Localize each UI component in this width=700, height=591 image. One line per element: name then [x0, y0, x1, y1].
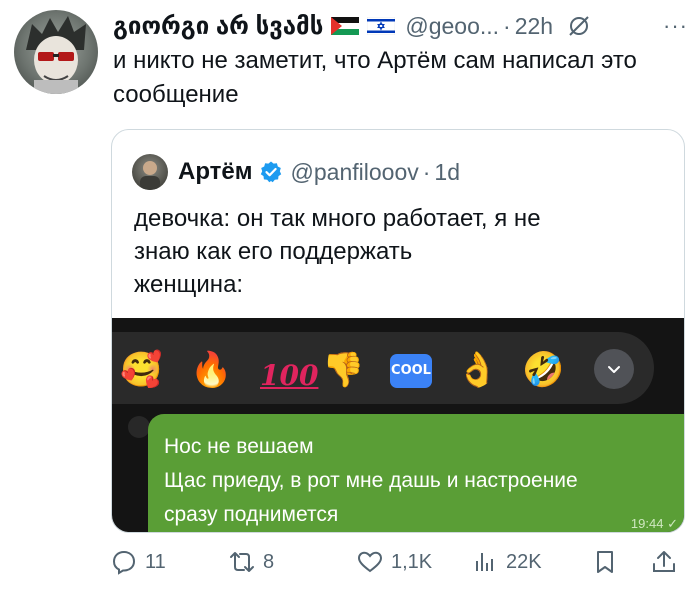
author-handle[interactable]: @geoo... [405, 13, 499, 40]
bubble-tail [128, 416, 150, 438]
heart-icon [357, 551, 383, 573]
quoted-text-line: женщина: [134, 271, 244, 298]
like-count: 1,1K [391, 550, 433, 573]
reaction-bar: 🥰 🔥 100 👎 COOL 👌 🤣 [112, 332, 654, 404]
thumbs-down-icon: 👎 [322, 350, 365, 390]
quoted-tweet-text: девочка: он так много работает, я не зна… [134, 202, 654, 301]
rolling-on-floor-laughing-icon: 🤣 [522, 350, 565, 390]
quoted-author-name[interactable]: Артём [178, 158, 253, 186]
retweet-count: 8 [263, 550, 275, 573]
reply-icon [112, 550, 136, 575]
views-icon [476, 553, 493, 571]
message-time-value: 19:44 [630, 516, 664, 531]
message-bubble: Нос не вешаем Щас приеду, в рот мне дашь… [148, 414, 684, 532]
retweet-button[interactable]: 8 [229, 544, 274, 580]
bookmark-icon [597, 551, 613, 573]
author-avatar[interactable] [14, 10, 98, 94]
fire-icon: 🔥 [190, 350, 233, 390]
reply-button[interactable]: 11 [111, 544, 166, 580]
like-button[interactable]: 1,1K [357, 544, 432, 580]
message-text: Нос не вешаем Щас приеду, в рот мне дашь… [164, 430, 684, 532]
views-count: 22K [506, 550, 542, 573]
quoted-author-handle[interactable]: @panfilooov [291, 159, 419, 186]
quoted-tweet[interactable]: Артём @panfilooov · 1d девочка: он так м… [111, 129, 685, 533]
separator-dot: · [503, 12, 511, 39]
palestine-flag-icon [331, 17, 360, 35]
retweet-icon [230, 552, 254, 572]
author-name[interactable]: გიორგი არ სვამს [113, 12, 323, 41]
message-line: Щас приеду, в рот мне дашь и настроение [164, 469, 578, 492]
tweet-header: გიორგი არ სვამს @geoo... · 22h ··· [113, 10, 688, 42]
quoted-tweet-media[interactable]: 🥰 🔥 100 👎 COOL 👌 🤣 Нос не вешаем Щас при… [112, 318, 684, 532]
quoted-text-line: знаю как его поддержать [134, 238, 413, 265]
reply-count: 11 [145, 550, 166, 573]
quoted-tweet-time[interactable]: 1d [434, 159, 460, 186]
share-icon [653, 551, 675, 572]
message-line: Нос не вешаем [164, 435, 314, 458]
ok-hand-icon: 👌 [456, 350, 499, 390]
quoted-text-line: девочка: он так много работает, я не [134, 205, 541, 232]
grok-icon[interactable] [567, 14, 591, 38]
message-time: 19:44 ✓ [631, 516, 678, 532]
tweet-text: и никто не заметит, что Артём сам написа… [113, 47, 637, 108]
quoted-tweet-header: Артём @panfilooov · 1d [132, 152, 460, 192]
smiling-face-with-hearts-icon: 🥰 [120, 350, 163, 390]
views-button[interactable]: 22K [472, 544, 542, 580]
verified-badge-icon [260, 161, 281, 183]
separator-dot: · [422, 158, 431, 185]
cool-button-icon: COOL [390, 354, 432, 388]
share-button[interactable] [651, 544, 677, 580]
sent-check-icon: ✓ [667, 516, 678, 531]
bookmark-button[interactable] [592, 544, 618, 580]
tweet-time[interactable]: 22h [515, 13, 553, 40]
tweet-actions: 11 8 1,1K 22K [111, 544, 683, 580]
more-options-button[interactable]: ··· [663, 13, 688, 39]
hundred-points-icon: 100 [260, 359, 319, 392]
chevron-down-icon [594, 349, 634, 389]
israel-flag-icon [367, 17, 396, 35]
quoted-author-avatar[interactable] [132, 154, 168, 190]
message-line: сразу поднимется [164, 503, 339, 526]
